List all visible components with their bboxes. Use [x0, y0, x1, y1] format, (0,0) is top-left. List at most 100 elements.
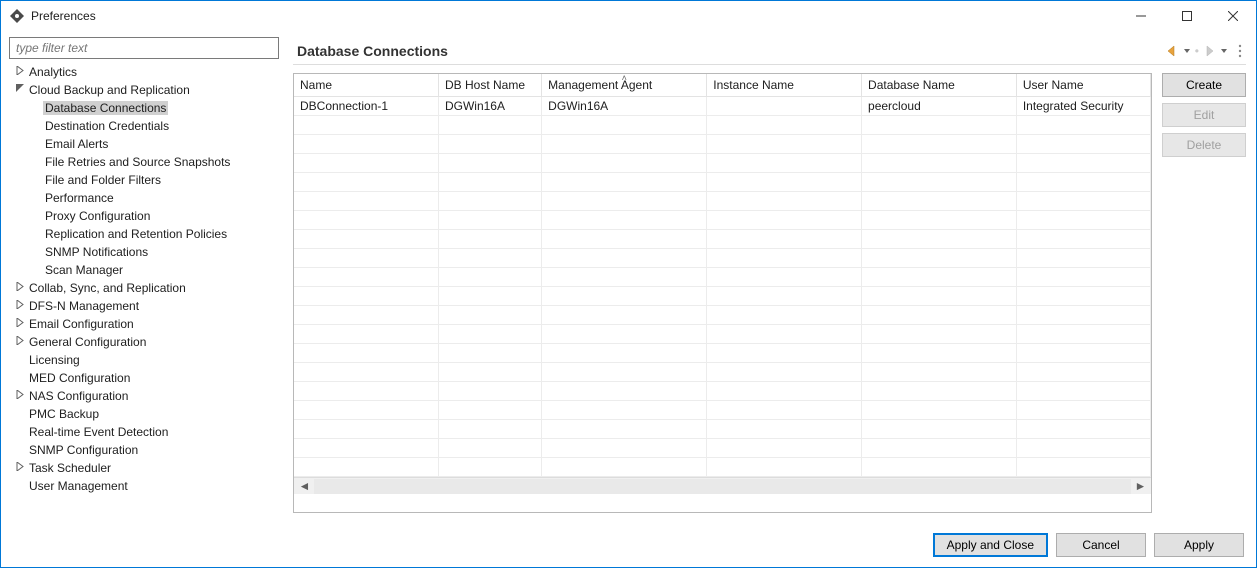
- filter-input[interactable]: [9, 37, 279, 59]
- table-row[interactable]: [294, 420, 1151, 439]
- nav-forward-dropdown-icon[interactable]: [1221, 45, 1228, 57]
- table-row[interactable]: [294, 439, 1151, 458]
- table-cell: [438, 135, 541, 154]
- table-cell: [707, 363, 862, 382]
- maximize-button[interactable]: [1164, 1, 1210, 31]
- column-header[interactable]: Database Name: [862, 74, 1017, 97]
- table-row[interactable]: [294, 154, 1151, 173]
- expand-icon[interactable]: [13, 390, 27, 402]
- tree-item[interactable]: DFS-N Management: [9, 297, 281, 315]
- table-cell: Integrated Security: [1016, 97, 1150, 116]
- tree-item[interactable]: Real-time Event Detection: [9, 423, 281, 441]
- table-cell: [862, 439, 1017, 458]
- tree-item[interactable]: General Configuration: [9, 333, 281, 351]
- table-header-row[interactable]: NameDB Host NameManagement Agent˄Instanc…: [294, 74, 1151, 97]
- tree-item[interactable]: Scan Manager: [9, 261, 281, 279]
- table-body[interactable]: DBConnection-1DGWin16ADGWin16ApeercloudI…: [294, 97, 1151, 477]
- table-cell: [294, 268, 438, 287]
- table-row[interactable]: [294, 211, 1151, 230]
- table-row[interactable]: [294, 287, 1151, 306]
- column-header[interactable]: User Name: [1016, 74, 1150, 97]
- tree-item-label: MED Configuration: [27, 371, 132, 385]
- tree-item[interactable]: Performance: [9, 189, 281, 207]
- scroll-track[interactable]: [314, 479, 1131, 494]
- table-row[interactable]: [294, 382, 1151, 401]
- column-header[interactable]: Instance Name: [707, 74, 862, 97]
- table-cell: peercloud: [862, 97, 1017, 116]
- cancel-button[interactable]: Cancel: [1056, 533, 1146, 557]
- tree-item[interactable]: Destination Credentials: [9, 117, 281, 135]
- table-row[interactable]: [294, 458, 1151, 477]
- tree-item[interactable]: Database Connections: [9, 99, 281, 117]
- table-row[interactable]: [294, 249, 1151, 268]
- table-row[interactable]: [294, 344, 1151, 363]
- create-button[interactable]: Create: [1162, 73, 1246, 97]
- nav-forward-icon[interactable]: [1203, 45, 1217, 57]
- table-cell: [438, 306, 541, 325]
- table-row[interactable]: [294, 268, 1151, 287]
- table-cell: [707, 401, 862, 420]
- preferences-tree[interactable]: AnalyticsCloud Backup and ReplicationDat…: [9, 63, 281, 517]
- expand-icon[interactable]: [13, 462, 27, 474]
- table-row[interactable]: [294, 173, 1151, 192]
- column-header[interactable]: Management Agent˄: [542, 74, 707, 97]
- table-cell: [1016, 135, 1150, 154]
- column-header[interactable]: Name: [294, 74, 438, 97]
- table-row[interactable]: [294, 306, 1151, 325]
- table-cell: [294, 382, 438, 401]
- delete-button[interactable]: Delete: [1162, 133, 1246, 157]
- tree-item[interactable]: Licensing: [9, 351, 281, 369]
- edit-button[interactable]: Edit: [1162, 103, 1246, 127]
- column-header[interactable]: DB Host Name: [438, 74, 541, 97]
- nav-back-dropdown-icon[interactable]: [1184, 45, 1191, 57]
- table-row[interactable]: [294, 401, 1151, 420]
- table-row[interactable]: [294, 230, 1151, 249]
- tree-item[interactable]: MED Configuration: [9, 369, 281, 387]
- table-cell: [294, 401, 438, 420]
- table-cell: [438, 344, 541, 363]
- tree-item[interactable]: File and Folder Filters: [9, 171, 281, 189]
- table-row[interactable]: [294, 116, 1151, 135]
- nav-back-icon[interactable]: [1166, 45, 1180, 57]
- horizontal-scrollbar[interactable]: ◄ ►: [294, 477, 1151, 494]
- tree-item[interactable]: Cloud Backup and Replication: [9, 81, 281, 99]
- tree-item[interactable]: SNMP Notifications: [9, 243, 281, 261]
- table-cell: [294, 116, 438, 135]
- tree-item[interactable]: Replication and Retention Policies: [9, 225, 281, 243]
- close-button[interactable]: [1210, 1, 1256, 31]
- table-row[interactable]: [294, 192, 1151, 211]
- view-menu-icon[interactable]: [1236, 44, 1244, 58]
- minimize-button[interactable]: [1118, 1, 1164, 31]
- apply-and-close-button[interactable]: Apply and Close: [933, 533, 1048, 557]
- expand-icon[interactable]: [13, 300, 27, 312]
- table-row[interactable]: DBConnection-1DGWin16ADGWin16ApeercloudI…: [294, 97, 1151, 116]
- table-cell: [1016, 325, 1150, 344]
- apply-button[interactable]: Apply: [1154, 533, 1244, 557]
- tree-item[interactable]: Email Alerts: [9, 135, 281, 153]
- expand-icon[interactable]: [13, 336, 27, 348]
- table-cell: [1016, 268, 1150, 287]
- tree-item[interactable]: Email Configuration: [9, 315, 281, 333]
- table-cell: [542, 363, 707, 382]
- tree-item[interactable]: Task Scheduler: [9, 459, 281, 477]
- collapse-icon[interactable]: [13, 84, 27, 96]
- scroll-left-icon[interactable]: ◄: [296, 479, 313, 493]
- expand-icon[interactable]: [13, 318, 27, 330]
- table-row[interactable]: [294, 325, 1151, 344]
- connections-table[interactable]: NameDB Host NameManagement Agent˄Instanc…: [293, 73, 1152, 513]
- tree-item[interactable]: PMC Backup: [9, 405, 281, 423]
- tree-item[interactable]: Proxy Configuration: [9, 207, 281, 225]
- table-row[interactable]: [294, 363, 1151, 382]
- tree-item[interactable]: File Retries and Source Snapshots: [9, 153, 281, 171]
- table-row[interactable]: [294, 135, 1151, 154]
- tree-item[interactable]: Analytics: [9, 63, 281, 81]
- tree-item[interactable]: NAS Configuration: [9, 387, 281, 405]
- table-cell: [707, 439, 862, 458]
- tree-item[interactable]: SNMP Configuration: [9, 441, 281, 459]
- tree-item[interactable]: User Management: [9, 477, 281, 495]
- tree-item[interactable]: Collab, Sync, and Replication: [9, 279, 281, 297]
- table-cell: [542, 230, 707, 249]
- expand-icon[interactable]: [13, 66, 27, 78]
- expand-icon[interactable]: [13, 282, 27, 294]
- scroll-right-icon[interactable]: ►: [1132, 479, 1149, 493]
